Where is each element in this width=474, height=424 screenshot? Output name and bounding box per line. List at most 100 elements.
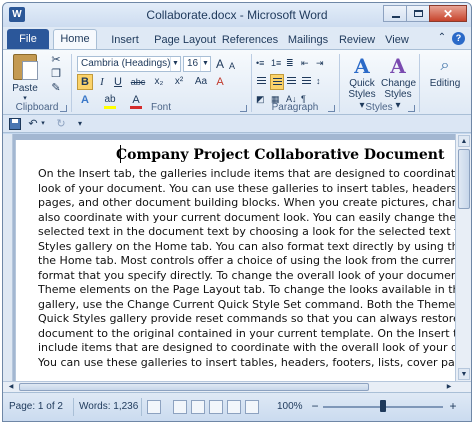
group-divider [339, 54, 340, 112]
document-line: On the Insert tab, the galleries include… [38, 167, 455, 180]
document-body[interactable]: On the Insert tab, the galleries include… [38, 167, 455, 370]
help-icon[interactable]: ? [452, 32, 465, 45]
zoom-level[interactable]: 100% [277, 400, 303, 414]
horizontal-scrollbar[interactable]: ◀ ▶ [3, 381, 471, 392]
close-button[interactable]: ✕ [429, 5, 467, 22]
group-divider [419, 54, 420, 112]
tab-insert[interactable]: Insert [103, 31, 147, 49]
copy-icon[interactable]: ❐ [49, 68, 63, 80]
proofing-icon[interactable] [147, 400, 161, 414]
font-size-select[interactable]: 16 ▼ [183, 56, 211, 72]
font-launcher-icon[interactable] [240, 105, 247, 112]
italic-button[interactable]: I [95, 74, 109, 90]
styles-launcher-icon[interactable] [408, 105, 415, 112]
zoom-in-icon[interactable]: + [447, 399, 459, 413]
zoom-slider-thumb[interactable] [380, 400, 386, 412]
maximize-button[interactable] [406, 5, 430, 22]
close-icon: ✕ [442, 7, 454, 21]
horizontal-scroll-thumb[interactable] [19, 383, 369, 391]
outline-view-icon[interactable] [227, 400, 241, 414]
editing-button[interactable]: ⌕ Editing [423, 54, 467, 89]
align-center-icon [273, 78, 282, 87]
tab-file[interactable]: File [7, 29, 49, 49]
tab-page-layout[interactable]: Page Layout [153, 31, 217, 49]
justify-icon [302, 77, 311, 86]
paragraph-group: •≡ 1≡ ≣ ⇤ ⇥ ↕ ◩ ▦ A↓ ¶ Paragraph [253, 52, 337, 114]
clipboard-group: Paste ▾ ✂ ❐ ✎ Clipboard [5, 52, 69, 114]
shrink-font-button[interactable]: A [225, 58, 239, 74]
tab-view[interactable]: View [381, 31, 413, 49]
tab-home[interactable]: Home [53, 29, 97, 49]
increase-indent-button[interactable]: ⇥ [315, 56, 329, 72]
paste-icon [13, 54, 38, 80]
paste-dropdown-icon[interactable]: ▾ [5, 94, 45, 102]
document-line: gallery, use the Change Current Quick St… [38, 297, 455, 311]
format-painter-icon[interactable]: ✎ [49, 82, 63, 94]
tab-review[interactable]: Review [337, 31, 377, 49]
align-left-button[interactable] [255, 74, 269, 90]
styles-group-label: Styles [365, 102, 393, 113]
tab-references[interactable]: References [221, 31, 279, 49]
clipboard-launcher-icon[interactable] [60, 105, 67, 112]
undo-button[interactable]: ↶ [27, 117, 39, 131]
group-divider [251, 54, 252, 112]
font-group: Cambria (Headings) ▼ 16 ▼ A A B I U abc … [73, 52, 249, 114]
line-spacing-icon: ↕ [316, 76, 321, 86]
scroll-down-icon[interactable]: ▼ [458, 368, 470, 380]
redo-button[interactable]: ↻ [55, 117, 67, 131]
word-window: W Collaborate.docx - Microsoft Word ✕ Fi… [2, 2, 472, 422]
increase-indent-icon: ⇥ [316, 58, 324, 68]
customize-qat-icon[interactable]: ▾ [75, 117, 85, 131]
change-case-button[interactable]: Aa [193, 74, 209, 90]
paragraph-row-1: •≡ 1≡ ≣ ⇤ ⇥ [255, 56, 329, 72]
document-area: Company Project Collaborative Document O… [3, 134, 471, 381]
superscript-button[interactable]: x² [171, 74, 187, 90]
document-line: Theme elements on the Page Layout tab. T… [38, 283, 455, 296]
align-center-button[interactable] [270, 74, 284, 90]
bullets-button[interactable]: •≡ [255, 56, 269, 72]
cut-icon[interactable]: ✂ [49, 54, 63, 66]
numbering-button[interactable]: 1≡ [270, 56, 284, 72]
save-icon[interactable] [9, 118, 21, 130]
collapse-ribbon-icon[interactable]: ⌃ [436, 32, 448, 44]
line-spacing-button[interactable]: ↕ [315, 74, 329, 90]
justify-button[interactable] [300, 74, 314, 90]
align-right-button[interactable] [285, 74, 299, 90]
draft-view-icon[interactable] [245, 400, 259, 414]
zoom-out-icon[interactable]: − [309, 399, 321, 413]
document-line: Quick Styles gallery provide reset comma… [38, 312, 455, 325]
scroll-left-icon[interactable]: ◀ [5, 382, 17, 392]
full-screen-view-icon[interactable] [191, 400, 205, 414]
tab-mailings[interactable]: Mailings [285, 31, 331, 49]
maximize-icon [414, 10, 423, 17]
multilevel-list-button[interactable]: ≣ [285, 56, 299, 72]
print-layout-view-icon[interactable] [173, 400, 187, 414]
font-name-select[interactable]: Cambria (Headings) ▼ [77, 56, 181, 72]
vertical-ruler [3, 134, 13, 381]
web-layout-view-icon[interactable] [209, 400, 223, 414]
document-line: Styles gallery on the Home tab. You can … [38, 239, 455, 253]
undo-dropdown-icon[interactable]: ▾ [39, 117, 47, 131]
clear-formatting-button[interactable]: A [213, 74, 227, 90]
document-page[interactable]: Company Project Collaborative Document O… [15, 140, 455, 381]
font-name-value: Cambria (Headings) [81, 58, 171, 69]
strikethrough-button[interactable]: abc [129, 74, 147, 90]
scroll-right-icon[interactable]: ▶ [443, 382, 455, 392]
minimize-button[interactable] [383, 5, 407, 22]
vertical-scroll-thumb[interactable] [458, 149, 470, 209]
scroll-up-icon[interactable]: ▲ [458, 135, 470, 147]
page-count[interactable]: Page: 1 of 2 [9, 400, 63, 414]
document-line: pages, and other document building block… [38, 196, 455, 209]
paragraph-launcher-icon[interactable] [328, 105, 335, 112]
document-line: You can use these galleries to insert ta… [38, 355, 455, 369]
align-right-icon [287, 77, 296, 86]
vertical-scrollbar[interactable]: ▲ ▼ [455, 134, 471, 381]
word-count[interactable]: Words: 1,236 [79, 400, 138, 414]
decrease-indent-button[interactable]: ⇤ [300, 56, 314, 72]
bold-button[interactable]: B [77, 74, 93, 90]
subscript-button[interactable]: x₂ [151, 74, 167, 90]
minimize-icon [392, 16, 400, 18]
document-title[interactable]: Company Project Collaborative Document [116, 147, 444, 163]
underline-button[interactable]: U [111, 74, 125, 90]
document-line: document to the original contained in yo… [38, 326, 455, 340]
